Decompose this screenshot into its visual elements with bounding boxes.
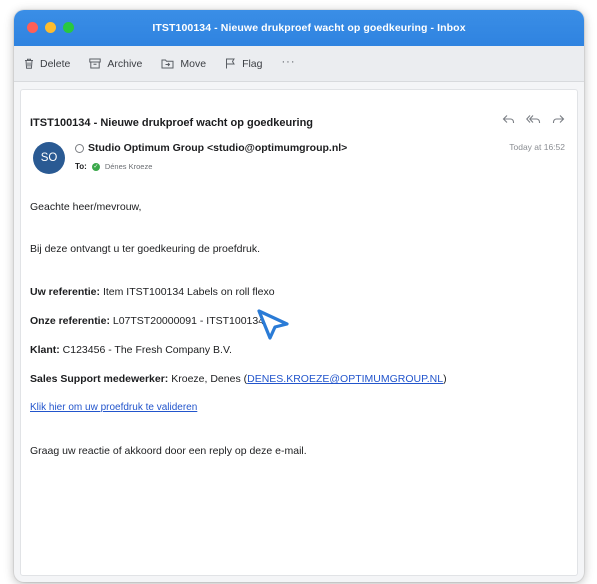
sales-support-name: Kroeze, Denes ( (171, 373, 248, 385)
reply-all-icon[interactable] (526, 114, 541, 124)
flag-label: Flag (242, 57, 263, 70)
reply-icon[interactable] (502, 114, 515, 124)
window-controls (27, 22, 74, 33)
sender-address[interactable]: Studio Optimum Group <studio@optimumgrou… (88, 142, 347, 154)
client-line: Klant: C123456 - The Fresh Company B.V. (30, 344, 232, 356)
archive-button[interactable]: Archive (89, 58, 142, 70)
forward-icon[interactable] (552, 114, 565, 124)
title-bar: ITST100134 - Nieuwe drukproef wacht op g… (14, 10, 584, 46)
sales-support-email-link[interactable]: DENES.KROEZE@OPTIMUMGROUP.NL (247, 373, 443, 385)
folder-move-icon (161, 58, 174, 69)
to-label: To: (75, 162, 87, 171)
sender-line: Studio Optimum Group <studio@optimumgrou… (75, 142, 347, 154)
move-label: Move (180, 57, 207, 70)
our-reference-value: L07TST20000091 - ITST100134 (112, 315, 265, 327)
validate-proof-link[interactable]: Klik hier om uw proefdruk te valideren (30, 402, 197, 413)
mouse-pointer-icon (245, 303, 293, 348)
validate-line: Klik hier om uw proefdruk te valideren (30, 402, 197, 413)
mail-window: ITST100134 - Nieuwe drukproef wacht op g… (14, 10, 584, 582)
unread-ring-icon (75, 143, 84, 153)
contact-check-icon: ✓ (91, 162, 100, 171)
sales-support-line: Sales Support medewerker: Kroeze, Denes … (30, 373, 447, 385)
greeting-text: Geachte heer/mevrouw, (30, 201, 142, 213)
reply-actions (502, 114, 565, 124)
flag-button[interactable]: Flag (225, 57, 263, 70)
window-title: ITST100134 - Nieuwe drukproef wacht op g… (152, 22, 466, 34)
our-reference-label: Onze referentie: (30, 315, 110, 327)
delete-label: Delete (40, 57, 71, 70)
reference-value: Item ITST100134 Labels on roll flexo (102, 286, 275, 298)
archive-label: Archive (107, 57, 143, 70)
email-date: Today at 16:52 (509, 142, 565, 152)
sales-support-label: Sales Support medewerker: (30, 373, 169, 385)
toolbar: Delete Archive Move Flag ··· (14, 46, 584, 82)
sender-avatar: SO (33, 142, 65, 174)
minimize-window-button[interactable] (45, 22, 56, 33)
message-view: ITST100134 - Nieuwe drukproef wacht op g… (20, 89, 578, 576)
reference-line: Uw referentie: Item ITST100134 Labels on… (30, 286, 275, 298)
zoom-window-button[interactable] (63, 22, 74, 33)
reference-label: Uw referentie: (30, 286, 101, 298)
close-window-button[interactable] (27, 22, 38, 33)
closing-text: Graag uw reactie of akkoord door een rep… (30, 445, 307, 457)
move-button[interactable]: Move (161, 58, 206, 70)
recipient-line: To: ✓ Dénes Kroeze (75, 162, 152, 171)
our-reference-line: Onze referentie: L07TST20000091 - ITST10… (30, 315, 264, 327)
client-label: Klant: (30, 344, 60, 356)
flag-icon (225, 58, 236, 69)
more-actions-button[interactable]: ··· (282, 56, 296, 68)
sales-support-close: ) (443, 373, 447, 385)
email-subject: ITST100134 - Nieuwe drukproef wacht op g… (30, 117, 314, 129)
archive-box-icon (89, 58, 102, 69)
intro-text: Bij deze ontvangt u ter goedkeuring de p… (30, 243, 260, 255)
recipient-name[interactable]: Dénes Kroeze (105, 162, 153, 171)
trash-icon (24, 58, 34, 69)
client-value: C123456 - The Fresh Company B.V. (62, 344, 232, 356)
delete-button[interactable]: Delete (24, 58, 70, 70)
